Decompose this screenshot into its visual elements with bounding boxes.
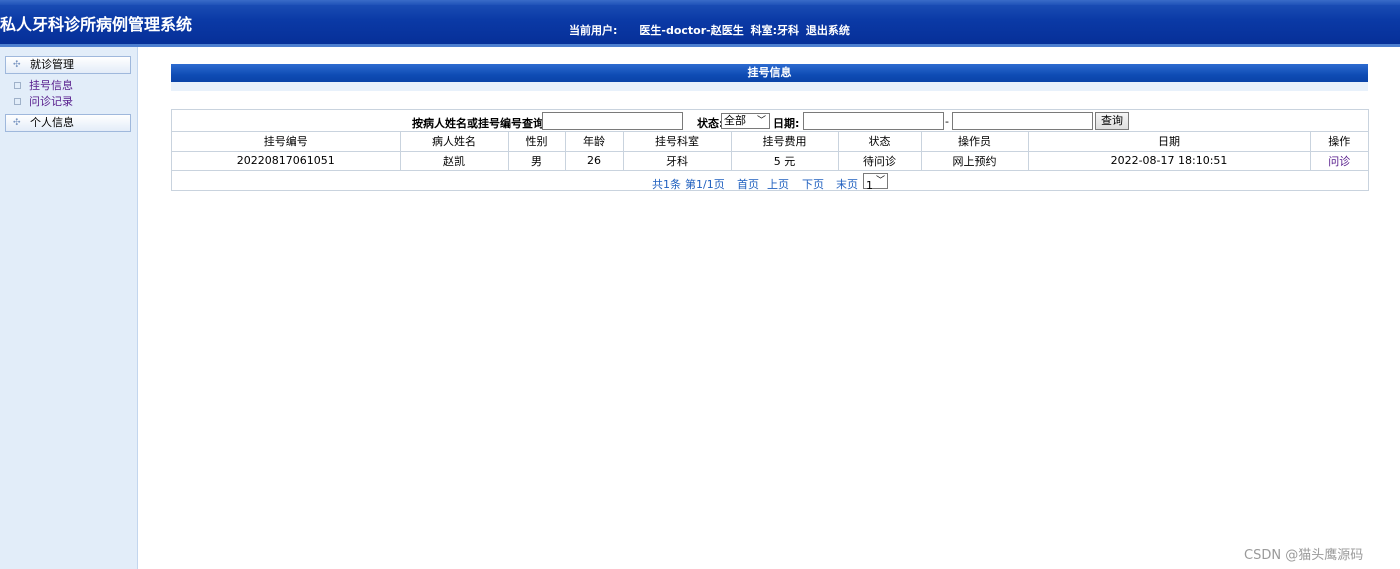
pager-prev[interactable]: 上页 xyxy=(767,176,789,192)
cell-action: 问诊 xyxy=(1309,150,1368,171)
user-info: 医生-doctor-赵医生 xyxy=(639,24,744,37)
status-select-value: 全部 xyxy=(724,114,746,127)
query-label: 按病人姓名或挂号编号查询: xyxy=(412,117,549,130)
column-header: 性别 xyxy=(507,132,566,152)
registration-table: 挂号编号 病人姓名 性别 年龄 挂号科室 挂号费用 状态 操作员 日期 操作 2… xyxy=(172,132,1368,171)
page-title-bar: 挂号信息 xyxy=(171,64,1368,82)
column-header: 挂号费用 xyxy=(730,132,839,152)
cell-patient-name: 赵凯 xyxy=(399,150,509,171)
logout-link[interactable]: 退出系统 xyxy=(806,24,850,37)
cell-operator: 网上预约 xyxy=(920,150,1029,171)
cell-status: 待问诊 xyxy=(837,150,922,171)
expand-plus-icon: ✣ xyxy=(13,118,21,128)
date-separator: - xyxy=(945,115,949,128)
column-header: 挂号编号 xyxy=(172,132,401,152)
column-header: 操作 xyxy=(1309,132,1368,152)
menu-group-label: 就诊管理 xyxy=(30,58,74,71)
sidebar-item-label: 问诊记录 xyxy=(29,95,73,108)
chevron-down-icon: ﹀ xyxy=(756,116,766,126)
top-header: 私人牙科诊所病例管理系统 当前用户: 医生-doctor-赵医生 科室:牙科 退出… xyxy=(0,0,1400,47)
search-row: 按病人姓名或挂号编号查询: 状态: 全部 ﹀ 日期: - 查询 xyxy=(172,110,1368,132)
cell-dept: 牙科 xyxy=(622,150,732,171)
user-bar: 当前用户: 医生-doctor-赵医生 科室:牙科 退出系统 xyxy=(569,22,853,38)
sidebar-item-label: 挂号信息 xyxy=(29,79,73,92)
cell-age: 26 xyxy=(564,150,624,171)
cell-gender: 男 xyxy=(507,150,566,171)
cell-date: 2022-08-17 18:10:51 xyxy=(1027,150,1311,171)
header-top-strip xyxy=(0,0,1400,5)
column-header: 年龄 xyxy=(564,132,624,152)
column-header: 日期 xyxy=(1027,132,1311,152)
page-select-value: 1 xyxy=(866,179,873,192)
list-bullet-icon xyxy=(14,98,21,105)
query-button[interactable]: 查询 xyxy=(1095,112,1129,130)
registration-panel: 按病人姓名或挂号编号查询: 状态: 全部 ﹀ 日期: - 查询 挂号编号 病人姓… xyxy=(171,109,1369,192)
sidebar: ✣ 就诊管理 挂号信息 问诊记录 ✣ 个人信息 xyxy=(0,47,138,569)
column-header: 操作员 xyxy=(920,132,1029,152)
app-title: 私人牙科诊所病例管理系统 xyxy=(0,15,193,34)
table-header-row: 挂号编号 病人姓名 性别 年龄 挂号科室 挂号费用 状态 操作员 日期 操作 xyxy=(172,132,1368,152)
page-select[interactable]: 1 ﹀ xyxy=(863,173,888,192)
status-select[interactable]: 全部 ﹀ xyxy=(721,113,770,129)
sidebar-item-consultation-records[interactable]: 问诊记录 xyxy=(14,95,73,109)
pager-next[interactable]: 下页 xyxy=(802,176,824,192)
date-to-input[interactable] xyxy=(952,112,1093,130)
menu-group-label: 个人信息 xyxy=(30,116,74,129)
pagination: 共1条 第1/1页 首页 上页 下页 末页 1 ﹀ xyxy=(172,171,1368,192)
pager-last[interactable]: 末页 xyxy=(836,176,858,192)
chevron-down-icon: ﹀ xyxy=(875,176,885,186)
cell-reg-no: 20220817061051 xyxy=(172,150,401,171)
consult-link[interactable]: 问诊 xyxy=(1328,155,1350,168)
sidebar-item-registration[interactable]: 挂号信息 xyxy=(14,79,73,93)
date-from-input[interactable] xyxy=(803,112,944,130)
dept-info: 科室:牙科 xyxy=(750,24,799,37)
cell-fee: 5 元 xyxy=(730,150,839,171)
title-underlay xyxy=(171,82,1368,91)
column-header: 病人姓名 xyxy=(399,132,509,152)
pager-first[interactable]: 首页 xyxy=(737,176,759,192)
watermark: CSDN @猫头鹰源码 xyxy=(1244,548,1364,563)
menu-group-visit-management[interactable]: ✣ 就诊管理 xyxy=(5,56,131,74)
pager-page-info: 第1/1页 xyxy=(685,178,725,191)
list-bullet-icon xyxy=(14,82,21,89)
page-title: 挂号信息 xyxy=(747,66,792,79)
table-row: 20220817061051 赵凯 男 26 牙科 5 元 待问诊 网上预约 2… xyxy=(172,150,1368,171)
expand-plus-icon: ✣ xyxy=(13,60,21,70)
status-label: 状态: xyxy=(697,117,724,130)
pager-total: 共1条 xyxy=(652,178,681,191)
column-header: 状态 xyxy=(837,132,922,152)
date-label: 日期: xyxy=(773,117,800,130)
menu-group-personal-info[interactable]: ✣ 个人信息 xyxy=(5,114,131,132)
patient-search-input[interactable] xyxy=(542,112,683,130)
column-header: 挂号科室 xyxy=(622,132,732,152)
current-user-label: 当前用户: xyxy=(569,24,618,37)
